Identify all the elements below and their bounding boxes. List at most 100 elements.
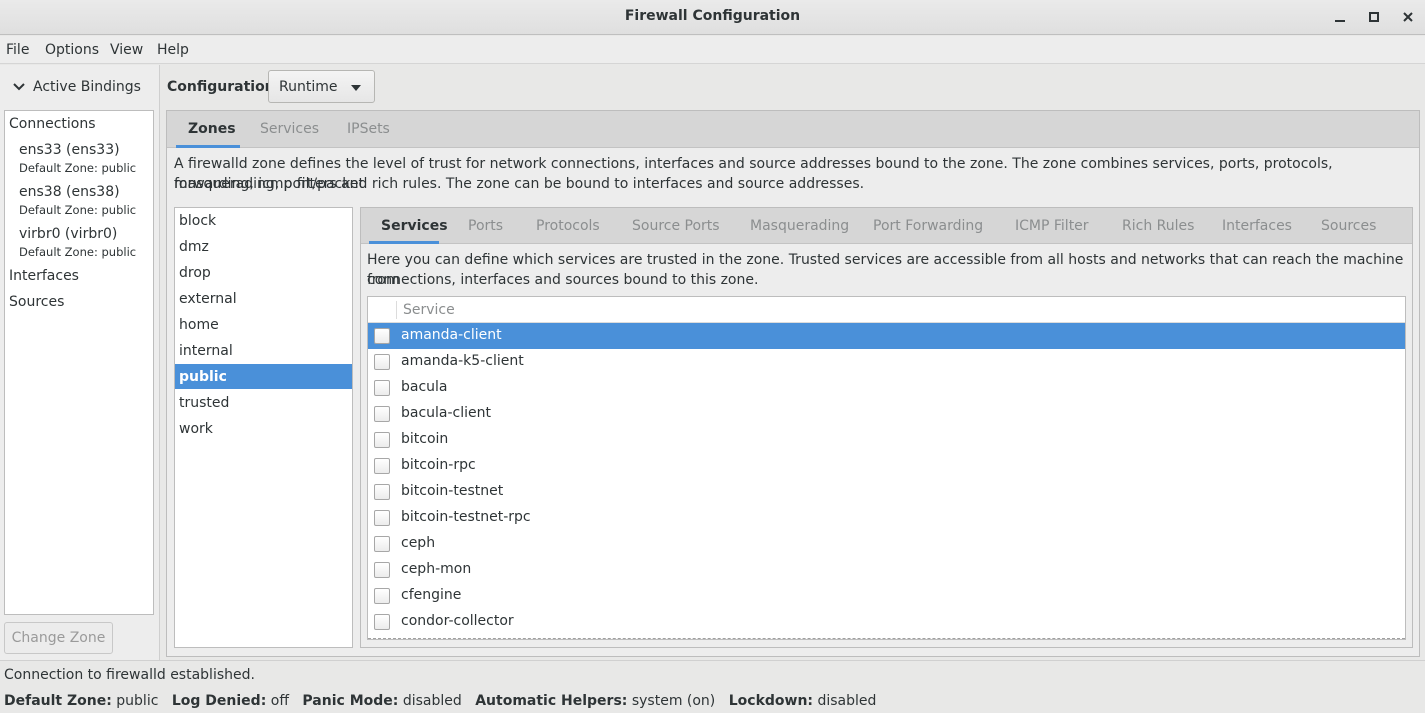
service-checkbox[interactable] bbox=[374, 510, 390, 526]
table-row[interactable]: condor-collector bbox=[368, 609, 1405, 635]
default-zone-label: Default Zone: bbox=[4, 693, 112, 709]
log-denied-value: off bbox=[270, 693, 289, 709]
table-scroll-edge bbox=[368, 638, 1405, 639]
service-checkbox[interactable] bbox=[374, 562, 390, 578]
tab-zones[interactable]: Zones bbox=[188, 121, 236, 137]
column-divider bbox=[396, 301, 397, 319]
interfaces-heading[interactable]: Interfaces bbox=[9, 268, 79, 284]
table-row[interactable]: bitcoin bbox=[368, 427, 1405, 453]
menu-options[interactable]: Options bbox=[45, 42, 99, 58]
table-row[interactable]: amanda-client bbox=[368, 323, 1405, 349]
table-row[interactable]: bitcoin-rpc bbox=[368, 453, 1405, 479]
maximize-icon bbox=[1369, 12, 1379, 22]
minimize-button[interactable] bbox=[1329, 6, 1351, 28]
table-row[interactable]: bacula-client bbox=[368, 401, 1405, 427]
subtab-icmp-filter[interactable]: ICMP Filter bbox=[1015, 218, 1089, 234]
table-row[interactable]: bacula bbox=[368, 375, 1405, 401]
configuration-label: Configuration: bbox=[167, 79, 281, 95]
menu-view[interactable]: View bbox=[110, 42, 143, 58]
service-checkbox[interactable] bbox=[374, 380, 390, 396]
service-checkbox[interactable] bbox=[374, 328, 390, 344]
default-zone-value: public bbox=[116, 693, 159, 709]
tab-ipsets[interactable]: IPSets bbox=[347, 121, 390, 137]
window-title: Firewall Configuration bbox=[624, 8, 801, 24]
table-row[interactable]: cfengine bbox=[368, 583, 1405, 609]
service-checkbox[interactable] bbox=[374, 406, 390, 422]
connection-ens38-zone: Default Zone: public bbox=[19, 203, 137, 217]
services-table: Service amanda-client amanda-k5-client b… bbox=[367, 296, 1406, 640]
bindings-list: Connections ens33 (ens33) Default Zone: … bbox=[4, 110, 154, 615]
main-tab-bar: Zones Services IPSets bbox=[167, 111, 1419, 148]
service-checkbox[interactable] bbox=[374, 588, 390, 604]
service-name: bitcoin-testnet bbox=[401, 483, 504, 499]
zone-list: block dmz drop external home internal pu… bbox=[174, 207, 353, 648]
service-name: bitcoin-rpc bbox=[401, 457, 476, 473]
subtab-services[interactable]: Services bbox=[381, 218, 448, 234]
zone-item-internal[interactable]: internal bbox=[175, 338, 352, 363]
connections-heading[interactable]: Connections bbox=[9, 116, 96, 132]
connection-ens33-zone: Default Zone: public bbox=[19, 161, 137, 175]
connection-ens33[interactable]: ens33 (ens33) bbox=[19, 142, 120, 158]
subtab-interfaces[interactable]: Interfaces bbox=[1222, 218, 1292, 234]
lockdown-value: disabled bbox=[817, 693, 877, 709]
services-description-line2: connections, interfaces and sources boun… bbox=[367, 272, 759, 288]
table-row[interactable]: bitcoin-testnet-rpc bbox=[368, 505, 1405, 531]
change-zone-button[interactable]: Change Zone bbox=[4, 622, 113, 654]
subtab-sources[interactable]: Sources bbox=[1321, 218, 1376, 234]
zone-item-work[interactable]: work bbox=[175, 416, 352, 441]
lockdown-label: Lockdown: bbox=[728, 693, 814, 709]
zone-item-public[interactable]: public bbox=[175, 364, 352, 389]
table-row[interactable]: bitcoin-testnet bbox=[368, 479, 1405, 505]
close-icon bbox=[1403, 12, 1413, 22]
service-checkbox[interactable] bbox=[374, 354, 390, 370]
zone-item-home[interactable]: home bbox=[175, 312, 352, 337]
subtab-protocols[interactable]: Protocols bbox=[536, 218, 600, 234]
connection-virbr0[interactable]: virbr0 (virbr0) bbox=[19, 226, 117, 242]
dropdown-arrow-icon bbox=[351, 85, 361, 91]
table-row[interactable]: ceph bbox=[368, 531, 1405, 557]
service-name: cfengine bbox=[401, 587, 462, 603]
close-button[interactable] bbox=[1397, 6, 1419, 28]
automatic-helpers-label: Automatic Helpers: bbox=[475, 693, 628, 709]
zone-item-trusted[interactable]: trusted bbox=[175, 390, 352, 415]
configuration-dropdown[interactable]: Runtime bbox=[268, 70, 375, 103]
service-checkbox[interactable] bbox=[374, 614, 390, 630]
connection-ens38[interactable]: ens38 (ens38) bbox=[19, 184, 120, 200]
panic-mode-value: disabled bbox=[402, 693, 462, 709]
table-row[interactable]: ceph-mon bbox=[368, 557, 1405, 583]
subtab-source-ports[interactable]: Source Ports bbox=[632, 218, 720, 234]
zone-item-block[interactable]: block bbox=[175, 208, 352, 233]
active-bindings-toggle[interactable]: Active Bindings bbox=[13, 79, 141, 95]
zone-settings-tab-bar: Services Ports Protocols Source Ports Ma… bbox=[361, 208, 1412, 244]
services-table-header: Service bbox=[368, 297, 1405, 323]
maximize-button[interactable] bbox=[1363, 6, 1385, 28]
menu-file[interactable]: File bbox=[6, 42, 29, 58]
zone-item-external[interactable]: external bbox=[175, 286, 352, 311]
service-name: bacula bbox=[401, 379, 448, 395]
active-bindings-label: Active Bindings bbox=[33, 79, 141, 95]
service-checkbox[interactable] bbox=[374, 536, 390, 552]
service-checkbox[interactable] bbox=[374, 484, 390, 500]
zone-description-line2: forwarding, icmp filters and rich rules.… bbox=[174, 176, 865, 192]
zone-item-drop[interactable]: drop bbox=[175, 260, 352, 285]
title-bar: Firewall Configuration bbox=[0, 0, 1425, 35]
sources-heading[interactable]: Sources bbox=[9, 294, 64, 310]
subtab-port-forwarding[interactable]: Port Forwarding bbox=[873, 218, 983, 234]
service-name: ceph bbox=[401, 535, 436, 551]
connection-virbr0-zone: Default Zone: public bbox=[19, 245, 137, 259]
subtab-rich-rules[interactable]: Rich Rules bbox=[1122, 218, 1194, 234]
log-denied-label: Log Denied: bbox=[171, 693, 267, 709]
table-row[interactable]: amanda-k5-client bbox=[368, 349, 1405, 375]
zone-item-dmz[interactable]: dmz bbox=[175, 234, 352, 259]
service-checkbox[interactable] bbox=[374, 432, 390, 448]
active-subtab-indicator bbox=[369, 241, 439, 244]
minimize-icon bbox=[1335, 20, 1345, 22]
menu-bar: File Options View Help bbox=[0, 36, 1425, 64]
tab-services[interactable]: Services bbox=[260, 121, 319, 137]
service-column-header[interactable]: Service bbox=[403, 302, 455, 318]
service-checkbox[interactable] bbox=[374, 458, 390, 474]
subtab-masquerading[interactable]: Masquerading bbox=[750, 218, 849, 234]
configuration-value: Runtime bbox=[279, 78, 338, 95]
menu-help[interactable]: Help bbox=[157, 42, 189, 58]
subtab-ports[interactable]: Ports bbox=[468, 218, 503, 234]
